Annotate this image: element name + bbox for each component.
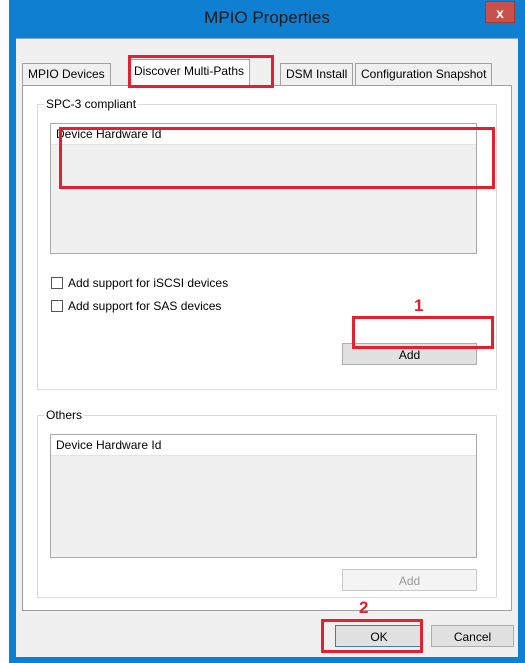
iscsi-checkbox-label: Add support for iSCSI devices <box>68 276 229 290</box>
annotation-marker-1: 1 <box>414 296 424 315</box>
spc3-device-list[interactable]: Device Hardware Id <box>50 123 477 254</box>
tab-mpio-devices[interactable]: MPIO Devices <box>22 63 111 85</box>
tab-configuration-snapshot[interactable]: Configuration Snapshot <box>355 63 493 85</box>
tab-strip: MPIO Devices Discover Multi-Paths DSM In… <box>16 39 518 89</box>
ok-button[interactable]: OK <box>335 625 423 647</box>
annotation-marker-2: 2 <box>359 598 369 617</box>
spc3-compliant-group: SPC-3 compliant Device Hardware Id Add s… <box>37 97 497 390</box>
iscsi-checkbox[interactable] <box>51 276 63 289</box>
sas-checkbox[interactable] <box>51 299 63 312</box>
mpio-properties-window: MPIO Properties x MPIO Devices Discover … <box>9 0 525 663</box>
cancel-button[interactable]: Cancel <box>431 625 514 647</box>
tab-dsm-install[interactable]: DSM Install <box>280 63 354 85</box>
window-title: MPIO Properties <box>204 8 330 27</box>
others-device-list[interactable]: Device Hardware Id <box>50 434 477 558</box>
title-bar[interactable]: MPIO Properties x <box>9 0 525 38</box>
sas-checkbox-label: Add support for SAS devices <box>68 299 222 313</box>
iscsi-checkbox-row[interactable]: Add support for iSCSI devices <box>51 275 228 291</box>
spc3-group-label: SPC-3 compliant <box>44 97 139 111</box>
spc3-add-button[interactable]: Add <box>342 343 477 365</box>
discover-multi-paths-panel: SPC-3 compliant Device Hardware Id Add s… <box>22 85 512 611</box>
others-list-header[interactable]: Device Hardware Id <box>51 435 476 456</box>
sas-checkbox-row[interactable]: Add support for SAS devices <box>51 298 221 314</box>
close-button[interactable]: x <box>485 1 515 23</box>
spc3-list-header[interactable]: Device Hardware Id <box>51 124 476 145</box>
others-add-button[interactable]: Add <box>342 569 477 591</box>
others-group-label: Others <box>44 408 85 422</box>
others-group: Others Device Hardware Id Add <box>37 408 497 598</box>
dialog-client-area: MPIO Devices Discover Multi-Paths DSM In… <box>16 38 518 657</box>
tab-discover-multi-paths[interactable]: Discover Multi-Paths <box>128 59 251 86</box>
close-icon: x <box>496 5 504 21</box>
